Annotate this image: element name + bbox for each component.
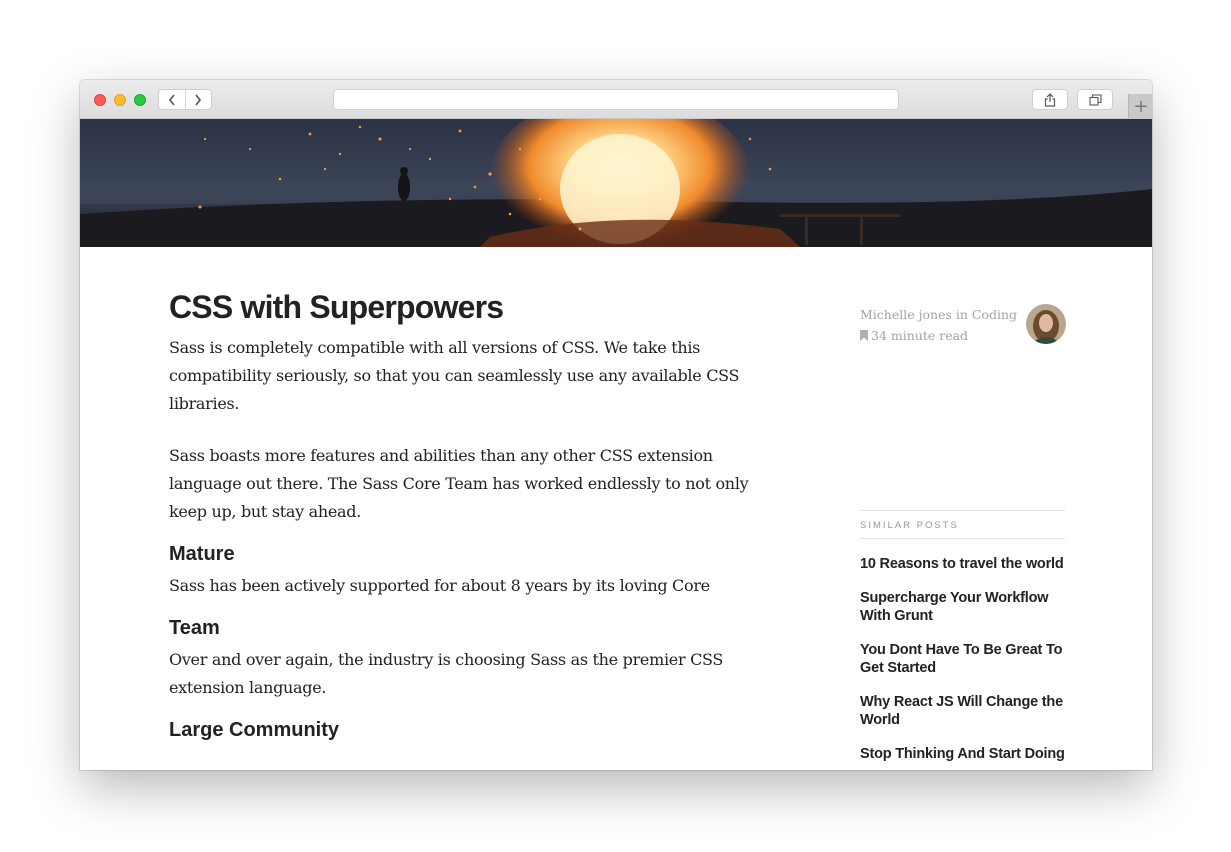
section-text: Over and over again, the industry is cho… (169, 650, 724, 697)
similar-post-link[interactable]: You Dont Have To Be Great To Get Started (860, 641, 1065, 677)
zoom-window-button[interactable] (134, 94, 146, 106)
category-link[interactable]: Coding (972, 307, 1017, 322)
address-bar[interactable] (333, 89, 899, 110)
tabs-overview-icon (1088, 93, 1102, 106)
similar-posts: SIMILAR POSTS 10 Reasons to travel the w… (860, 510, 1065, 763)
share-icon (1044, 92, 1056, 107)
close-window-button[interactable] (94, 94, 106, 106)
meta-joiner: in (955, 307, 968, 322)
browser-toolbar: + (80, 80, 1152, 119)
page-content: CSS with Superpowers Sass is completely … (80, 247, 1152, 770)
share-button[interactable] (1032, 89, 1068, 110)
bookmark-icon (860, 330, 868, 341)
read-time: 34 minute read (871, 328, 969, 343)
similar-post-link[interactable]: 10 Reasons to travel the world (860, 555, 1065, 573)
hero-image (80, 119, 1152, 247)
similar-post-link[interactable]: Supercharge Your Workflow With Grunt (860, 589, 1065, 625)
similar-post-link[interactable]: Why React JS Will Change the World (860, 693, 1065, 729)
section-text: Sass has been actively supported for abo… (169, 576, 710, 595)
section-heading: Team (169, 617, 220, 639)
avatar[interactable] (1026, 304, 1066, 344)
section-heading: Large Community (169, 719, 340, 741)
tabs-overview-button[interactable] (1077, 89, 1113, 110)
chevron-left-icon (168, 94, 175, 105)
minimize-window-button[interactable] (114, 94, 126, 106)
back-button[interactable] (159, 90, 186, 109)
author-link[interactable]: Michelle jones (860, 307, 952, 322)
post-meta: Michelle jones in Coding 34 minute read (860, 304, 1017, 346)
chevron-right-icon (195, 94, 202, 105)
similar-post-link[interactable]: Stop Thinking And Start Doing (860, 745, 1065, 763)
section-heading: Mature (169, 543, 235, 565)
new-tab-button[interactable]: + (1128, 94, 1152, 118)
article-paragraph: Sass is completely compatible with all v… (169, 338, 740, 413)
browser-window: + CSS with Superpowers Sass is completel… (80, 80, 1152, 770)
forward-button[interactable] (186, 90, 212, 109)
article-title: CSS with Superpowers (169, 289, 504, 325)
article-paragraph: Sass boasts more features and abilities … (169, 446, 749, 521)
article: CSS with Superpowers Sass is completely … (169, 289, 779, 748)
similar-posts-heading: SIMILAR POSTS (860, 511, 1065, 539)
history-nav (158, 89, 212, 110)
